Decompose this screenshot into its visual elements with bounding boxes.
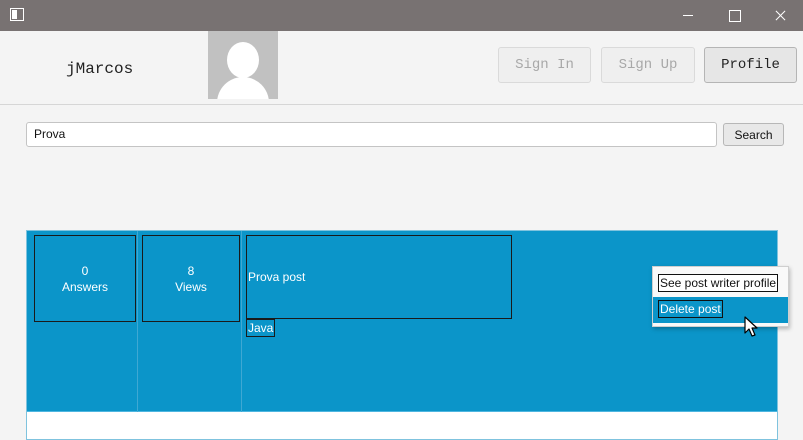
post-tag[interactable]: Java bbox=[246, 319, 276, 337]
username-label: jMarcos bbox=[66, 60, 134, 78]
mouse-cursor-icon bbox=[744, 316, 758, 337]
answers-count: 0 bbox=[81, 263, 89, 278]
app-icon bbox=[10, 8, 24, 21]
sign-in-button[interactable]: Sign In bbox=[498, 47, 591, 83]
views-stat: 8 Views bbox=[142, 235, 240, 322]
menu-item-delete-post[interactable]: Delete post bbox=[653, 297, 788, 323]
answers-label: Answers bbox=[61, 279, 108, 294]
profile-button[interactable]: Profile bbox=[704, 47, 797, 83]
avatar-head-shape bbox=[227, 42, 259, 78]
column-divider bbox=[137, 231, 138, 412]
window-titlebar bbox=[0, 0, 803, 31]
answers-stat: 0 Answers bbox=[34, 235, 136, 322]
maximize-icon[interactable] bbox=[711, 0, 757, 31]
post-list[interactable]: 0 Answers 8 Views Prova post Java bbox=[26, 230, 778, 440]
menu-item-label: See post writer profile bbox=[658, 274, 779, 292]
column-divider bbox=[241, 231, 242, 412]
search-input[interactable]: Prova bbox=[26, 122, 717, 147]
post-title[interactable]: Prova post bbox=[246, 235, 512, 319]
menu-item-label: Delete post bbox=[658, 300, 723, 318]
views-count: 8 bbox=[187, 263, 195, 278]
avatar bbox=[208, 31, 278, 99]
post-title-text: Prova post bbox=[248, 270, 306, 284]
sign-up-button[interactable]: Sign Up bbox=[601, 47, 695, 83]
menu-item-see-writer-profile[interactable]: See post writer profile bbox=[653, 271, 788, 297]
search-button[interactable]: Search bbox=[723, 123, 784, 146]
post-context-menu: See post writer profile Delete post bbox=[652, 266, 789, 327]
app-header: jMarcos Sign In Sign Up Profile bbox=[0, 31, 803, 105]
avatar-body-shape bbox=[217, 77, 269, 99]
views-label: Views bbox=[175, 279, 207, 294]
close-icon[interactable] bbox=[757, 0, 803, 31]
minimize-icon[interactable] bbox=[665, 0, 711, 31]
